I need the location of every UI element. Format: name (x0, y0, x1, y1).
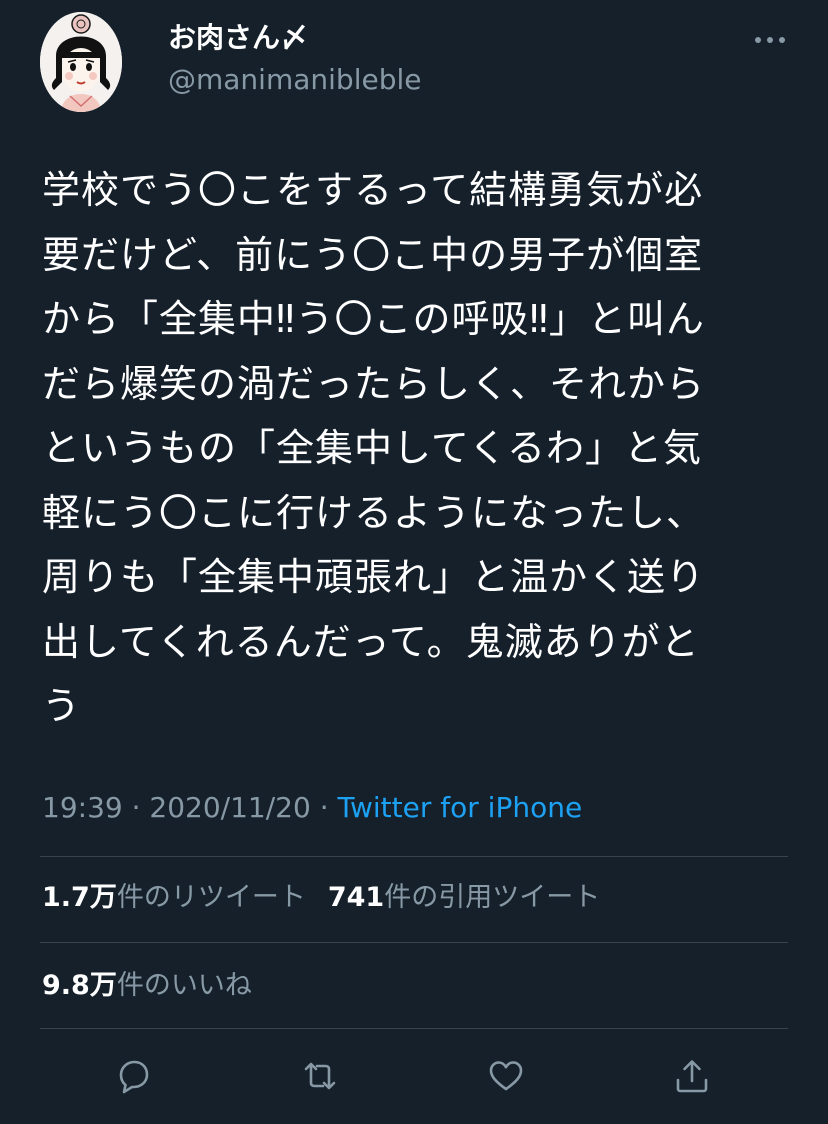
heart-icon (489, 1061, 523, 1091)
meta-separator: · (131, 791, 141, 824)
avatar-illustration-icon (40, 12, 122, 112)
tweet-text-line: だら爆笑の渦だったらしく、それから (42, 361, 706, 406)
share-icon (676, 1060, 708, 1093)
tweet-text-line: 学校でう〇こをするって結構勇気が必 (42, 168, 704, 212)
like-button[interactable] (484, 1054, 528, 1098)
tweet-text-line: というもの「全集中してくるわ」と気 (42, 426, 702, 470)
quotes-stat[interactable]: 741件の引用ツイート (328, 878, 600, 918)
share-button[interactable] (670, 1054, 714, 1098)
tweet-text-line: う (42, 684, 82, 728)
tweet-text-line: 周りも「全集中頑張れ」と温かく送り (42, 555, 706, 599)
divider (40, 942, 788, 943)
likes-label: 件のいいね (116, 970, 252, 1001)
tweet-text-line: 軽にう〇こに行けるようになったし、 (42, 490, 706, 535)
retweet-icon (304, 1062, 336, 1090)
tweet-meta: 19:39 · 2020/11/20 · Twitter for iPhone (42, 788, 582, 828)
more-icon[interactable] (752, 30, 788, 50)
quotes-label: 件の引用ツイート (384, 882, 601, 913)
avatar[interactable] (40, 12, 122, 112)
display-name[interactable]: お肉さん〆 (168, 18, 308, 58)
likes-count: 9.8万 (42, 970, 117, 1001)
user-handle[interactable]: @manimanibleble (168, 60, 421, 100)
divider (40, 1028, 788, 1029)
tweet-text: 学校でう〇こをするって結構勇気が必 要だけど、前にう〇こ中の男子が個室 から「全… (42, 158, 792, 739)
retweets-label: 件のリツイート (116, 882, 306, 913)
tweet-header: お肉さん〆 @manimanibleble (0, 0, 828, 130)
action-bar (0, 1040, 828, 1112)
reply-icon (119, 1060, 149, 1094)
meta-separator: · (319, 791, 329, 824)
tweet-date[interactable]: 2020/11/20 (149, 791, 310, 824)
likes-stats-row: 9.8万件のいいね (42, 966, 252, 1006)
reply-button[interactable] (112, 1054, 156, 1098)
quotes-count: 741 (327, 882, 385, 913)
likes-stat[interactable]: 9.8万件のいいね (42, 966, 252, 1006)
divider (40, 856, 788, 857)
tweet-source-link[interactable]: Twitter for iPhone (338, 791, 583, 824)
retweets-stat[interactable]: 1.7万件のリツイート (42, 878, 306, 918)
retweets-count: 1.7万 (42, 882, 117, 913)
tweet-text-line: 要だけど、前にう〇こ中の男子が個室 (42, 232, 704, 277)
tweet-text-line: から「全集中‼う〇この呼吸‼」と叫ん (42, 297, 705, 341)
tweet-time[interactable]: 19:39 (42, 791, 123, 824)
retweet-button[interactable] (298, 1054, 342, 1098)
tweet-text-line: 出してくれるんだって。鬼滅ありがと (42, 619, 700, 664)
retweet-stats-row: 1.7万件のリツイート 741件の引用ツイート (42, 878, 600, 918)
